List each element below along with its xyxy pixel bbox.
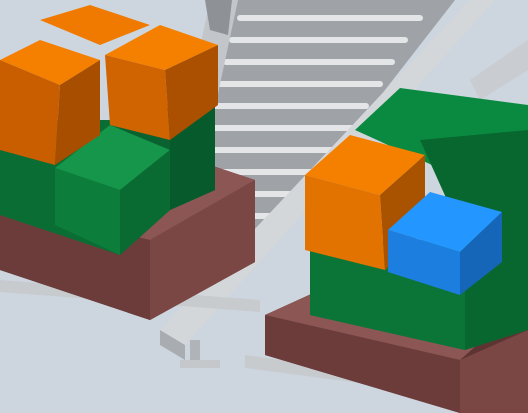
- palletizing-scene: [0, 0, 528, 413]
